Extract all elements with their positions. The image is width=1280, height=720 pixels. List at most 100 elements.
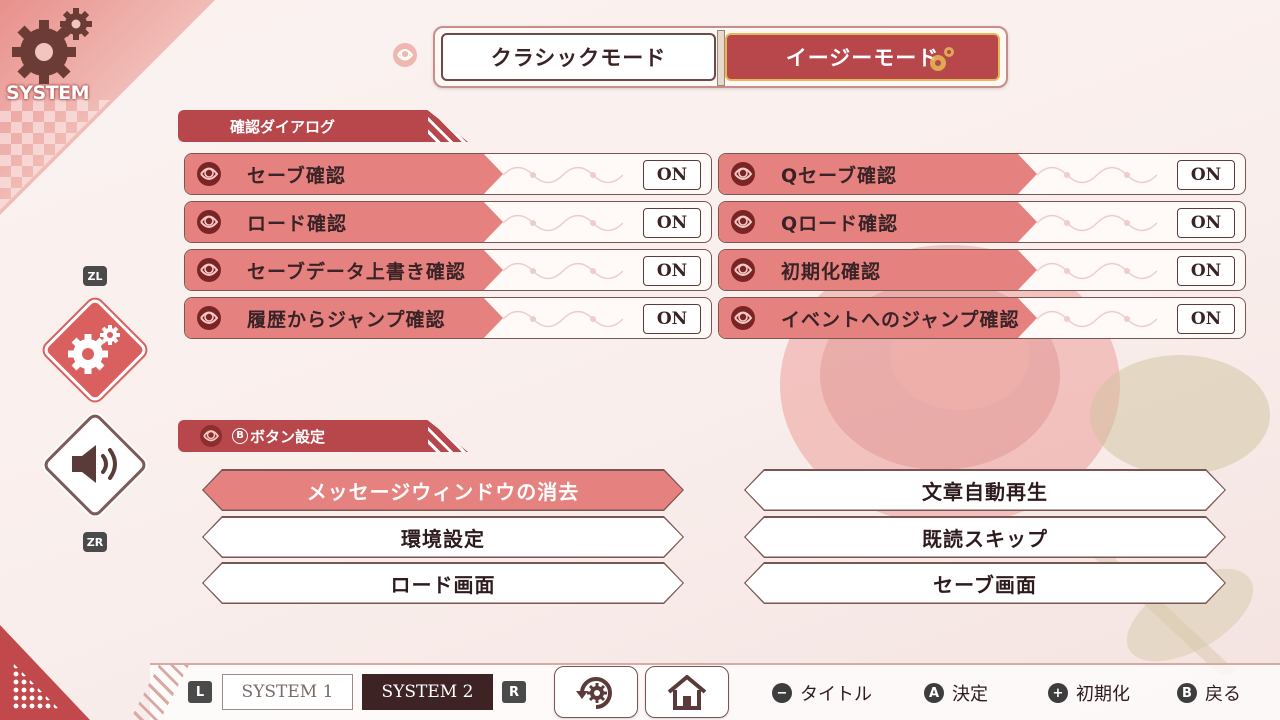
gear-icon xyxy=(930,47,954,71)
b-option-button[interactable]: ロード画面 xyxy=(202,562,684,604)
confirm-row-label: 初期化確認 xyxy=(781,260,882,283)
confirm-row-label: Qロード確認 xyxy=(781,212,899,235)
b-option-button[interactable]: 既読スキップ xyxy=(744,516,1226,558)
rose-icon xyxy=(197,306,221,330)
gear-icon xyxy=(68,325,120,374)
confirm-row-label: 履歴からジャンプ確認 xyxy=(247,308,446,331)
minus-button-icon: − xyxy=(772,683,792,703)
b-button-glyph-icon: B xyxy=(232,428,248,444)
reset-gear-icon xyxy=(576,677,612,709)
b-option-label: 文章自動再生 xyxy=(922,479,1048,504)
mode-divider xyxy=(717,30,725,86)
easy-mode-button[interactable]: イージーモード xyxy=(725,33,1000,81)
confirm-row[interactable]: Qセーブ確認 ON xyxy=(718,153,1246,195)
corner-pattern xyxy=(0,100,110,210)
vine-decoration xyxy=(503,214,624,232)
vine-decoration xyxy=(1037,262,1158,280)
l-key-icon: L xyxy=(188,681,212,703)
toggle-on-button[interactable]: ON xyxy=(1177,304,1235,334)
a-button-icon: A xyxy=(924,683,944,703)
hint-label: 決定 xyxy=(952,684,988,705)
zr-key-icon: ZR xyxy=(83,532,107,552)
confirm-row-label-area: 履歴からジャンプ確認 xyxy=(185,298,503,338)
b-option-button[interactable]: 文章自動再生 xyxy=(744,469,1226,511)
confirm-row-label-area: セーブデータ上書き確認 xyxy=(185,250,503,290)
rose-icon xyxy=(393,43,417,67)
confirm-row[interactable]: 履歴からジャンプ確認 ON xyxy=(184,297,712,339)
rose-icon xyxy=(731,162,755,186)
b-option-button[interactable]: メッセージウィンドウの消去 xyxy=(202,469,684,511)
b-button-title: ボタン設定 xyxy=(250,427,326,446)
confirm-row-label-area: イベントへのジャンプ確認 xyxy=(719,298,1037,338)
speaker-icon xyxy=(72,445,117,483)
vine-decoration xyxy=(503,310,624,328)
toggle-on-button[interactable]: ON xyxy=(643,208,701,238)
rose-icon xyxy=(731,210,755,234)
zl-key-icon: ZL xyxy=(83,266,107,286)
r-key-icon: R xyxy=(502,681,526,703)
hint-confirm: A 決定 xyxy=(924,680,988,706)
b-option-label: メッセージウィンドウの消去 xyxy=(306,479,580,504)
confirm-dialog-title: 確認ダイアログ xyxy=(230,117,336,136)
confirm-row[interactable]: ロード確認 ON xyxy=(184,201,712,243)
confirm-dialog-header: 確認ダイアログ xyxy=(178,110,468,142)
easy-mode-label: イージーモード xyxy=(785,46,940,70)
rose-icon xyxy=(200,425,222,447)
confirm-row[interactable]: セーブ確認 ON xyxy=(184,153,712,195)
tab-system-1[interactable]: SYSTEM 1 xyxy=(222,674,353,710)
confirm-row-label-area: セーブ確認 xyxy=(185,154,503,194)
home-button[interactable] xyxy=(645,666,729,718)
tab-system-2[interactable]: SYSTEM 2 xyxy=(362,674,493,710)
hint-title: − タイトル xyxy=(772,680,872,706)
b-button-header: B ボタン設定 xyxy=(178,420,468,452)
b-option-label: セーブ画面 xyxy=(933,572,1037,597)
plus-button-icon: + xyxy=(1048,683,1068,703)
system-label: SYSTEM xyxy=(6,82,89,104)
rose-icon xyxy=(197,162,221,186)
rose-icon xyxy=(731,306,755,330)
vine-decoration xyxy=(1037,310,1158,328)
hint-reset: + 初期化 xyxy=(1048,680,1130,706)
hint-label: タイトル xyxy=(800,684,872,705)
confirm-row-label-area: 初期化確認 xyxy=(719,250,1037,290)
b-option-button[interactable]: セーブ画面 xyxy=(744,562,1226,604)
toggle-on-button[interactable]: ON xyxy=(643,304,701,334)
confirm-row[interactable]: Qロード確認 ON xyxy=(718,201,1246,243)
confirm-row-label: Qセーブ確認 xyxy=(781,164,898,187)
confirm-row[interactable]: イベントへのジャンプ確認 ON xyxy=(718,297,1246,339)
hint-back: B 戻る xyxy=(1177,680,1241,706)
vine-decoration xyxy=(1037,214,1158,232)
confirm-row-label: イベントへのジャンプ確認 xyxy=(781,308,1020,331)
toggle-on-button[interactable]: ON xyxy=(643,256,701,286)
toggle-on-button[interactable]: ON xyxy=(1177,160,1235,190)
classic-mode-button[interactable]: クラシックモード xyxy=(441,33,716,81)
rose-icon xyxy=(197,210,221,234)
vine-decoration xyxy=(1037,166,1158,184)
toggle-on-button[interactable]: ON xyxy=(1177,256,1235,286)
confirm-row-label: セーブデータ上書き確認 xyxy=(247,260,466,283)
confirm-row-label-area: ロード確認 xyxy=(185,202,503,242)
b-option-button[interactable]: 環境設定 xyxy=(202,516,684,558)
rose-icon xyxy=(197,258,221,282)
b-option-label: ロード画面 xyxy=(390,572,496,597)
confirm-row-label-area: Qロード確認 xyxy=(719,202,1037,242)
b-option-label: 既読スキップ xyxy=(922,526,1048,551)
confirm-row-label: ロード確認 xyxy=(247,212,348,235)
hint-label: 戻る xyxy=(1205,684,1241,705)
b-button-icon: B xyxy=(1177,683,1197,703)
gear-icon xyxy=(12,8,92,84)
confirm-row-label-area: Qセーブ確認 xyxy=(719,154,1037,194)
confirm-row[interactable]: 初期化確認 ON xyxy=(718,249,1246,291)
toggle-on-button[interactable]: ON xyxy=(1177,208,1235,238)
confirm-row-label: セーブ確認 xyxy=(247,164,346,187)
hint-label: 初期化 xyxy=(1076,684,1130,705)
reset-button[interactable] xyxy=(554,666,638,718)
confirm-row[interactable]: セーブデータ上書き確認 ON xyxy=(184,249,712,291)
toggle-on-button[interactable]: ON xyxy=(643,160,701,190)
vine-decoration xyxy=(503,166,624,184)
b-option-label: 環境設定 xyxy=(401,526,485,551)
mode-switch: クラシックモード イージーモード xyxy=(433,26,1008,88)
home-icon xyxy=(667,675,707,710)
vine-decoration xyxy=(503,262,624,280)
rose-icon xyxy=(731,258,755,282)
